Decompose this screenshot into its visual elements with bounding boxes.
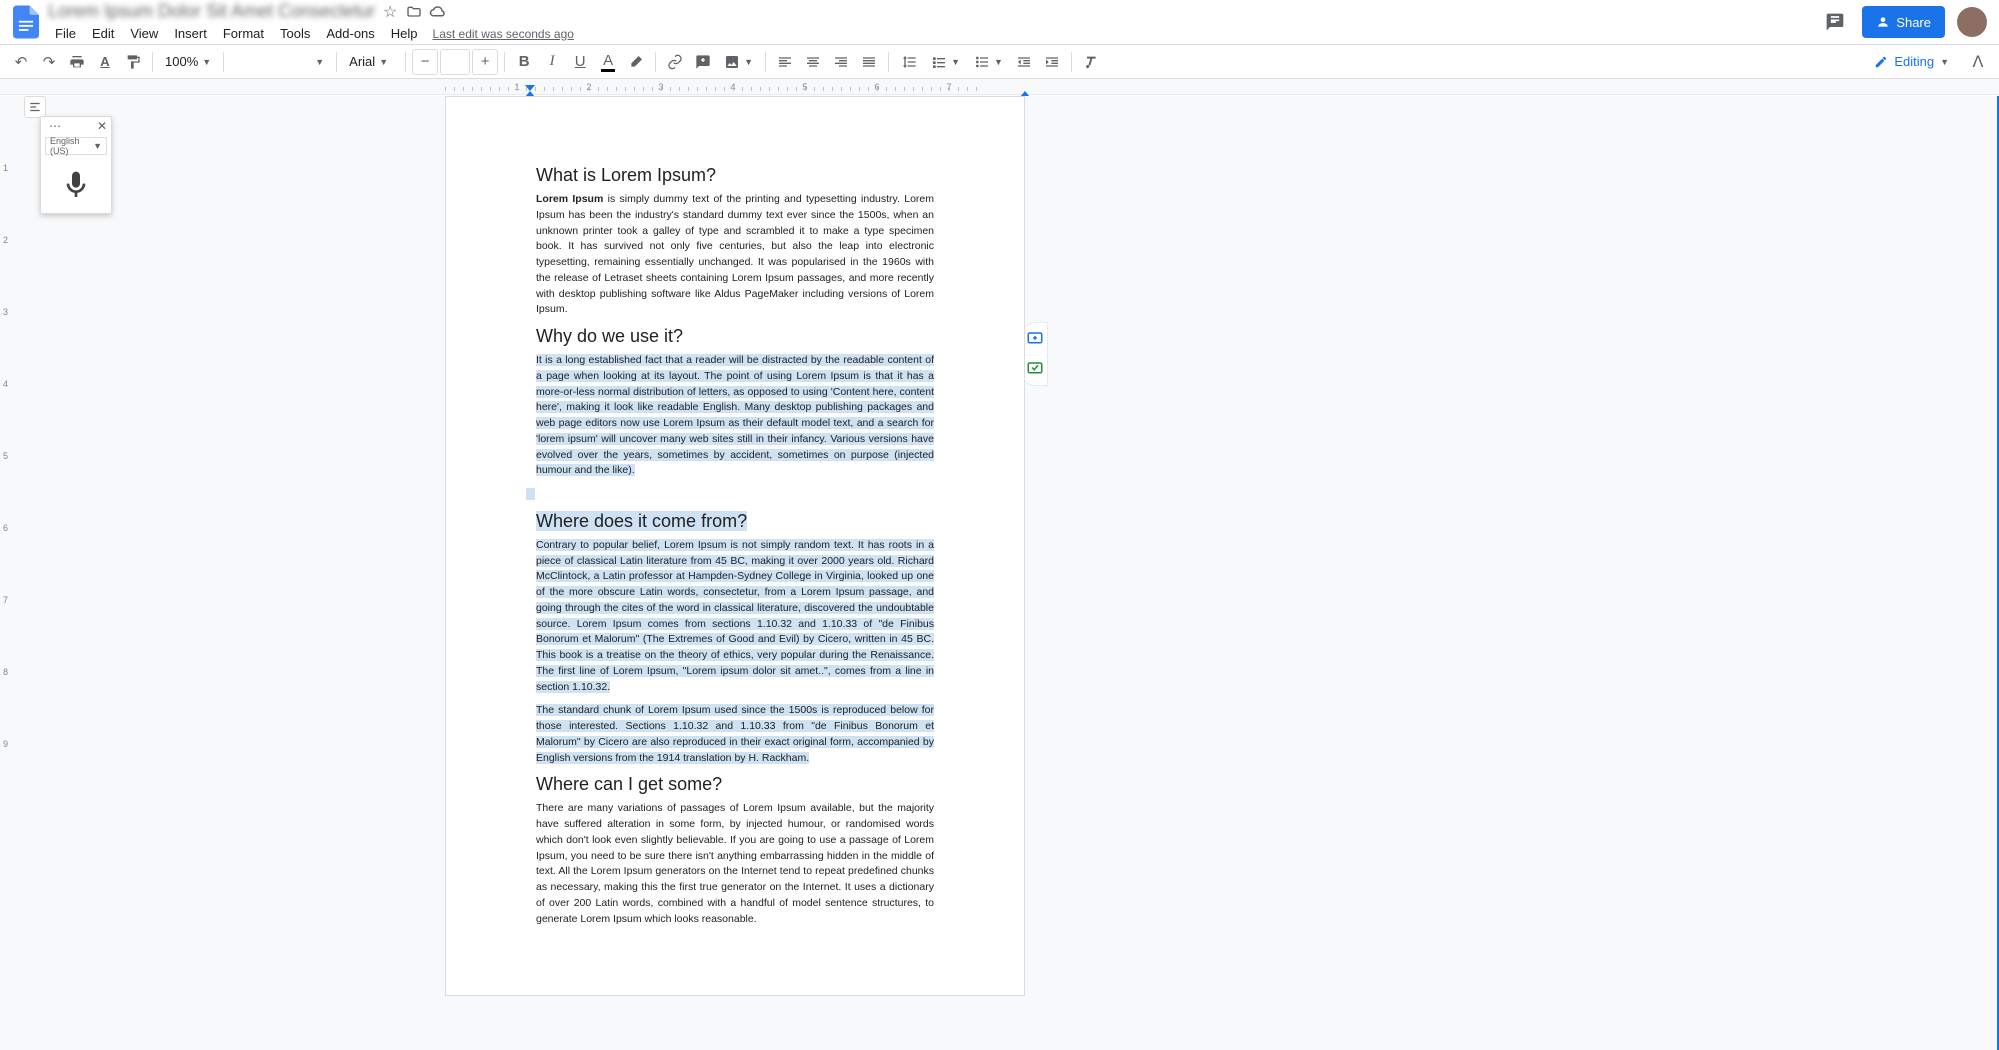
add-suggestion-side-icon[interactable] <box>1023 357 1047 381</box>
paint-format-icon[interactable] <box>120 49 146 75</box>
account-avatar[interactable] <box>1957 7 1987 37</box>
insert-link-icon[interactable] <box>662 49 688 75</box>
editing-label: Editing <box>1894 54 1934 69</box>
menu-help[interactable]: Help <box>384 24 425 43</box>
line-spacing-icon[interactable] <box>895 49 923 75</box>
editing-mode-dropdown[interactable]: Editing ▼ <box>1866 49 1957 75</box>
star-icon[interactable]: ☆ <box>381 3 399 21</box>
share-label: Share <box>1896 15 1931 30</box>
paragraph-2[interactable]: It is a long established fact that a rea… <box>536 353 934 479</box>
move-icon[interactable] <box>405 3 423 21</box>
add-comment-side-icon[interactable] <box>1023 327 1047 351</box>
share-button[interactable]: Share <box>1862 6 1945 38</box>
bold-icon[interactable]: B <box>511 49 537 75</box>
text-color-icon[interactable]: A <box>595 49 621 75</box>
microphone-icon[interactable] <box>41 157 111 213</box>
italic-icon[interactable]: I <box>539 49 565 75</box>
undo-icon[interactable]: ↶ <box>8 49 34 75</box>
menu-view[interactable]: View <box>123 24 165 43</box>
highlight-color-icon[interactable] <box>623 49 649 75</box>
horizontal-ruler[interactable]: 1234567 <box>0 79 1999 95</box>
document-canvas[interactable]: 123456789 ⋯ ✕ English (US)▼ What is Lore… <box>0 96 1999 1050</box>
clear-formatting-icon[interactable] <box>1078 49 1104 75</box>
bulleted-list-icon[interactable]: ▼ <box>968 49 1009 75</box>
align-justify-icon[interactable] <box>856 49 882 75</box>
paragraph-5[interactable]: There are many variations of passages of… <box>536 801 934 927</box>
paragraph-1[interactable]: Lorem Ipsum is simply dummy text of the … <box>536 192 934 318</box>
heading-1[interactable]: What is Lorem Ipsum? <box>536 165 934 186</box>
document-page[interactable]: What is Lorem Ipsum? Lorem Ipsum is simp… <box>445 96 1025 996</box>
outline-toggle-icon[interactable] <box>24 96 46 118</box>
docs-logo-icon[interactable] <box>12 4 40 40</box>
insert-image-icon[interactable]: ▼ <box>718 49 759 75</box>
menu-addons[interactable]: Add-ons <box>319 24 381 43</box>
voice-settings-icon[interactable]: ⋯ <box>49 119 62 133</box>
font-size-input[interactable] <box>440 49 470 75</box>
font-size-increase[interactable]: + <box>472 49 498 75</box>
font-dropdown[interactable]: Arial▼ <box>343 49 399 75</box>
open-comments-icon[interactable] <box>1820 7 1850 37</box>
paragraph-4[interactable]: The standard chunk of Lorem Ipsum used s… <box>536 703 934 766</box>
hide-menus-icon[interactable]: ᐱ <box>1965 49 1991 75</box>
paragraph-3[interactable]: Contrary to popular belief, Lorem Ipsum … <box>536 538 934 696</box>
font-size-decrease[interactable]: − <box>412 49 438 75</box>
align-center-icon[interactable] <box>800 49 826 75</box>
menu-format[interactable]: Format <box>216 24 271 43</box>
toolbar: ↶ ↷ A 100%▼ ▼ Arial▼ − + B I U A ▼ ▼ ▼ E… <box>0 44 1999 79</box>
menu-bar: File Edit View Insert Format Tools Add-o… <box>48 24 1820 43</box>
voice-language-dropdown[interactable]: English (US)▼ <box>45 137 107 155</box>
align-right-icon[interactable] <box>828 49 854 75</box>
menu-edit[interactable]: Edit <box>85 24 121 43</box>
checklist-icon[interactable]: ▼ <box>925 49 966 75</box>
redo-icon[interactable]: ↷ <box>36 49 62 75</box>
print-icon[interactable] <box>64 49 90 75</box>
increase-indent-icon[interactable] <box>1039 49 1065 75</box>
vertical-ruler[interactable]: 123456789 <box>0 96 16 1050</box>
decrease-indent-icon[interactable] <box>1011 49 1037 75</box>
align-left-icon[interactable] <box>772 49 798 75</box>
heading-3[interactable]: Where does it come from? <box>536 511 934 532</box>
paragraph-style-dropdown[interactable]: ▼ <box>230 49 330 75</box>
spellcheck-icon[interactable]: A <box>92 49 118 75</box>
zoom-dropdown[interactable]: 100%▼ <box>159 49 217 75</box>
add-comment-icon[interactable] <box>690 49 716 75</box>
menu-insert[interactable]: Insert <box>167 24 214 43</box>
heading-4[interactable]: Where can I get some? <box>536 774 934 795</box>
voice-typing-widget[interactable]: ⋯ ✕ English (US)▼ <box>40 116 112 214</box>
menu-tools[interactable]: Tools <box>273 24 317 43</box>
heading-2[interactable]: Why do we use it? <box>536 326 934 347</box>
last-edit-text[interactable]: Last edit was seconds ago <box>433 27 574 41</box>
document-title[interactable]: Lorem Ipsum Dolor Sit Amet Consectetur <box>48 1 375 22</box>
empty-line[interactable] <box>526 487 934 503</box>
close-icon[interactable]: ✕ <box>97 119 107 133</box>
underline-icon[interactable]: U <box>567 49 593 75</box>
title-bar: Lorem Ipsum Dolor Sit Amet Consectetur ☆… <box>0 0 1999 44</box>
menu-file[interactable]: File <box>48 24 83 43</box>
cloud-status-icon[interactable] <box>429 3 447 21</box>
